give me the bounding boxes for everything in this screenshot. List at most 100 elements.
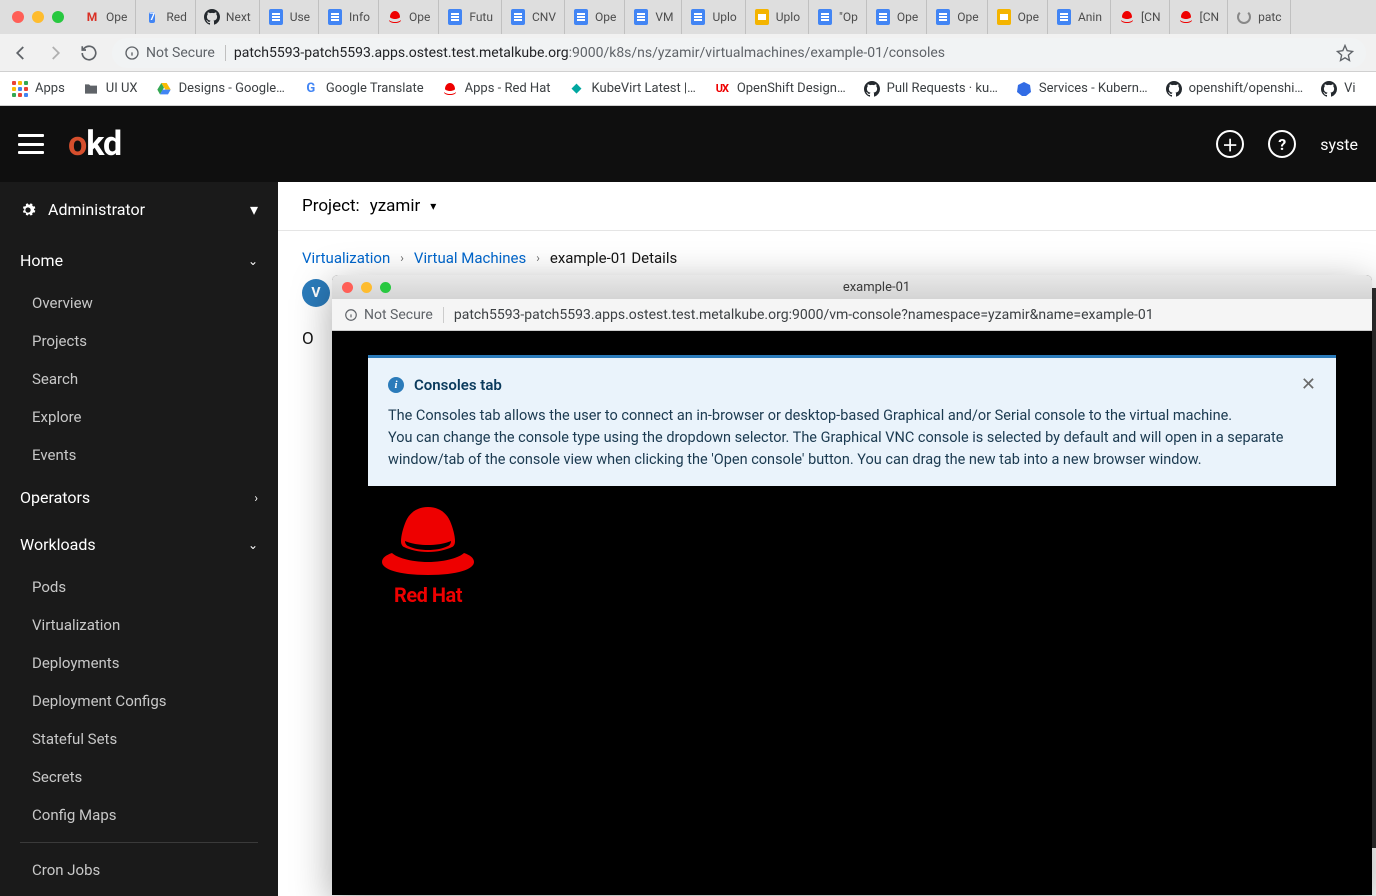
browser-tab[interactable]: Ope (927, 0, 987, 34)
nav-section-workloads[interactable]: Workloads ⌄ (0, 521, 278, 568)
browser-tab[interactable]: Ope (867, 0, 927, 34)
sidebar-item[interactable]: Cron Jobs (0, 851, 278, 889)
close-window-icon[interactable] (12, 11, 24, 23)
browser-tab[interactable]: "Op (809, 0, 867, 34)
browser-tab[interactable]: [CN (1170, 0, 1229, 34)
browser-tab[interactable]: Ope (565, 0, 625, 34)
browser-tab[interactable]: Info (319, 0, 379, 34)
gdoc-icon (690, 9, 706, 25)
sidebar-item[interactable]: Projects (0, 322, 278, 360)
project-selector[interactable]: Project: yzamir ▾ (278, 182, 1376, 231)
gdoc-icon (633, 9, 649, 25)
gdoc-icon (447, 9, 463, 25)
bookmark-item[interactable]: Services - Kubern… (1016, 81, 1148, 97)
browser-tab[interactable]: [CN (1111, 0, 1170, 34)
add-button[interactable]: ＋ (1216, 130, 1244, 158)
help-button[interactable]: ? (1268, 130, 1296, 158)
calendar-icon: 7 (144, 9, 160, 25)
tab-label: Ope (957, 10, 978, 24)
sidebar-item[interactable]: Stateful Sets (0, 720, 278, 758)
console-viewport[interactable]: i Consoles tab ✕ The Consoles tab allows… (332, 331, 1372, 895)
url-input[interactable]: Not Secure patch5593-patch5593.apps.oste… (112, 38, 1366, 68)
browser-tab[interactable]: Futu (439, 0, 502, 34)
chevron-right-icon: › (254, 491, 258, 505)
browser-tab[interactable]: MOpe (76, 0, 136, 34)
nav-toggle-button[interactable] (18, 134, 44, 154)
bookmark-item[interactable]: openshift/openshi… (1166, 81, 1303, 97)
browser-tab[interactable]: VM (625, 0, 682, 34)
nav-section-operators[interactable]: Operators › (0, 474, 278, 521)
user-menu[interactable]: syste (1320, 135, 1358, 154)
okd-logo[interactable]: okd (68, 124, 121, 164)
browser-tab[interactable]: Anin (1048, 0, 1111, 34)
minimize-window-icon[interactable] (361, 282, 372, 293)
reload-button[interactable] (78, 42, 100, 64)
browser-tab[interactable]: 7Red (136, 0, 196, 34)
bookmark-item[interactable]: Apps - Red Hat (442, 81, 551, 97)
perspective-switcher[interactable]: Administrator ▾ (0, 182, 278, 237)
gdoc-icon (510, 9, 526, 25)
sidebar-item[interactable]: Deployments (0, 644, 278, 682)
window-controls[interactable] (342, 282, 391, 293)
bookmark-item[interactable]: Designs - Google… (156, 81, 285, 97)
maximize-window-icon[interactable] (52, 11, 64, 23)
sidebar-item[interactable]: Explore (0, 398, 278, 436)
breadcrumb-link-virtualization[interactable]: Virtualization (302, 249, 390, 267)
close-window-icon[interactable] (342, 282, 353, 293)
tab-label: VM (655, 10, 673, 24)
sidebar-item[interactable]: Config Maps (0, 796, 278, 834)
browser-tab[interactable]: CNV (502, 0, 565, 34)
not-secure-label: Not Secure (146, 45, 215, 61)
browser-tab-strip: MOpe7RedNextUseInfoOpeFutuCNVOpeVMUploUp… (0, 0, 1376, 34)
console-window: example-01 Not Secure patch5593-patch559… (332, 275, 1372, 895)
tab-label: "Op (839, 10, 858, 24)
tab-label: Uplo (712, 10, 736, 24)
github-icon (1166, 81, 1182, 97)
sidebar-item[interactable]: Events (0, 436, 278, 474)
sidebar-item[interactable]: Pods (0, 568, 278, 606)
forward-button[interactable] (44, 42, 66, 64)
sidebar-item[interactable]: Overview (0, 284, 278, 322)
browser-tab[interactable]: Next (196, 0, 260, 34)
breadcrumb: Virtualization › Virtual Machines › exam… (278, 231, 1376, 279)
minimize-window-icon[interactable] (32, 11, 44, 23)
close-alert-button[interactable]: ✕ (1301, 374, 1316, 395)
bookmark-item[interactable]: UI UX (83, 81, 138, 97)
breadcrumb-link-vms[interactable]: Virtual Machines (414, 249, 526, 267)
bookmark-item[interactable]: Apps (12, 81, 65, 97)
browser-tab[interactable]: Use (260, 0, 319, 34)
window-controls[interactable] (12, 11, 64, 23)
bookmark-star-icon[interactable] (1336, 44, 1354, 62)
back-button[interactable] (10, 42, 32, 64)
bookmark-item[interactable]: UXOpenShift Design… (714, 81, 846, 97)
nav-section-home[interactable]: Home ⌄ (0, 237, 278, 284)
browser-tab[interactable]: Ope (988, 0, 1048, 34)
sidebar-item[interactable]: Virtualization (0, 606, 278, 644)
bookmark-label: Apps - Red Hat (465, 81, 551, 96)
sidebar-item[interactable]: Deployment Configs (0, 682, 278, 720)
console-url-bar[interactable]: Not Secure patch5593-patch5593.apps.oste… (332, 299, 1372, 331)
browser-chrome: MOpe7RedNextUseInfoOpeFutuCNVOpeVMUploUp… (0, 0, 1376, 106)
bookmark-item[interactable]: Vi (1321, 81, 1355, 97)
bookmark-label: KubeVirt Latest |… (592, 81, 696, 96)
sidebar-item[interactable]: Secrets (0, 758, 278, 796)
bookmark-item[interactable]: GGoogle Translate (303, 81, 424, 97)
tab-label: Ope (595, 10, 616, 24)
vm-badge-icon: V (302, 279, 330, 307)
bookmark-label: OpenShift Design… (737, 81, 846, 96)
browser-tab[interactable]: Ope (379, 0, 439, 34)
browser-tab[interactable]: Uplo (746, 0, 809, 34)
okd-topbar: okd ＋ ? syste (0, 106, 1376, 182)
url-host: patch5593-patch5593.apps.ostest.test.met… (454, 307, 789, 323)
gdoc-icon (327, 9, 343, 25)
chevron-down-icon: ▾ (430, 199, 436, 213)
bookmark-label: UI UX (106, 81, 138, 96)
browser-tab[interactable]: patc (1228, 0, 1290, 34)
bookmark-item[interactable]: Pull Requests · ku… (864, 81, 998, 97)
window-title: example-01 (391, 280, 1362, 295)
maximize-window-icon[interactable] (380, 282, 391, 293)
bookmark-item[interactable]: ◆KubeVirt Latest |… (569, 81, 696, 97)
console-window-titlebar[interactable]: example-01 (332, 275, 1372, 299)
browser-tab[interactable]: Uplo (682, 0, 745, 34)
sidebar-item[interactable]: Search (0, 360, 278, 398)
